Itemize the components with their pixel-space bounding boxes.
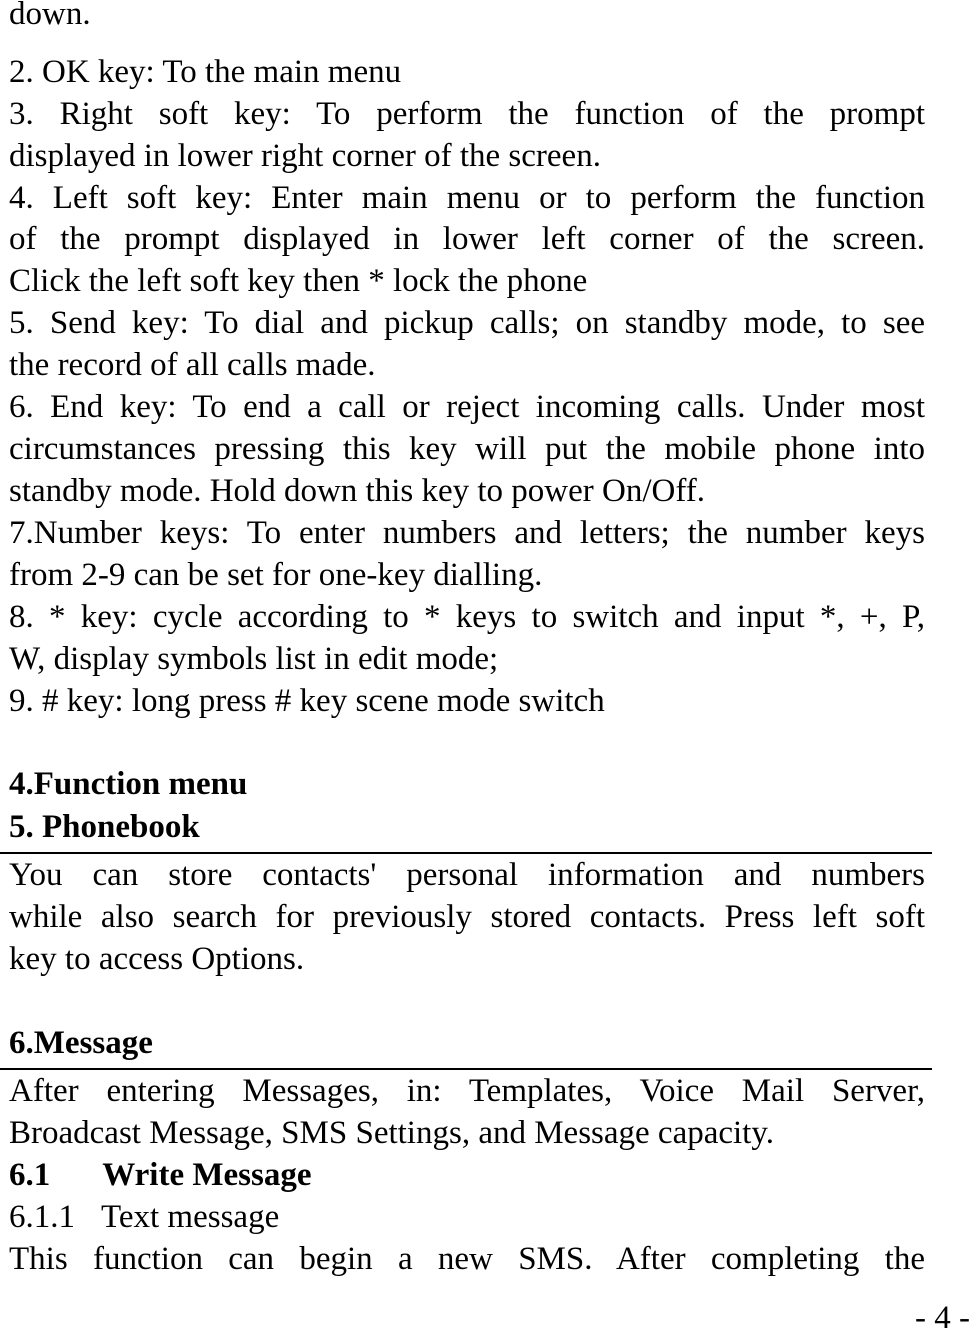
text-line: W, display symbols list in edit mode; <box>9 641 499 677</box>
list-item-right-soft-key: 3. Right soft key: To perform the functi… <box>9 96 925 132</box>
text-line: Click the left soft key then * lock the … <box>9 263 588 299</box>
text-line: of the prompt displayed in lower left co… <box>9 221 925 257</box>
message-paragraph-line: Broadcast Message, SMS Settings, and Mes… <box>9 1115 774 1151</box>
text-line: standby mode. Hold down this key to powe… <box>9 473 705 509</box>
list-item-left-soft-key: 4. Left soft key: Enter main menu or to … <box>9 180 925 216</box>
message-paragraph-line: After entering Messages, in: Templates, … <box>9 1073 925 1109</box>
page-number: - 4 - <box>915 1300 970 1336</box>
phonebook-paragraph-line: key to access Options. <box>9 941 305 977</box>
text-line: down. <box>9 0 91 32</box>
list-item-ok-key: 2. OK key: To the main menu <box>9 54 402 90</box>
section-divider <box>0 852 932 854</box>
section-divider <box>0 1068 932 1070</box>
subsubheading-number: 6.1.1 <box>9 1199 75 1235</box>
text-line: circumstances pressing this key will put… <box>9 431 925 467</box>
subheading-number: 6.1 <box>9 1157 51 1193</box>
list-item-star-key: 8. * key: cycle according to * keys to s… <box>9 599 925 635</box>
subheading-write-message: 6.1 Write Message <box>9 1155 925 1195</box>
subheading-title: Write Message <box>102 1157 312 1193</box>
subsubheading-text-message: 6.1.1 Text message <box>9 1197 925 1237</box>
heading-message: 6.Message <box>9 1025 153 1061</box>
text-line: from 2-9 can be set for one-key dialling… <box>9 557 543 593</box>
heading-function-menu: 4.Function menu <box>9 766 248 802</box>
list-item-send-key: 5. Send key: To dial and pickup calls; o… <box>9 305 925 341</box>
list-item-hash-key: 9. # key: long press # key scene mode sw… <box>9 683 605 719</box>
phonebook-paragraph-line: You can store contacts' personal informa… <box>9 857 925 893</box>
heading-phonebook: 5. Phonebook <box>9 809 200 845</box>
subsubheading-title: Text message <box>101 1199 280 1235</box>
list-item-number-keys: 7.Number keys: To enter numbers and lett… <box>9 515 925 551</box>
list-item-end-key: 6. End key: To end a call or reject inco… <box>9 389 925 425</box>
text-line: displayed in lower right corner of the s… <box>9 138 601 174</box>
text-line: This function can begin a new SMS. After… <box>9 1241 925 1277</box>
phonebook-paragraph-line: while also search for previously stored … <box>9 899 925 935</box>
text-line: the record of all calls made. <box>9 347 376 383</box>
